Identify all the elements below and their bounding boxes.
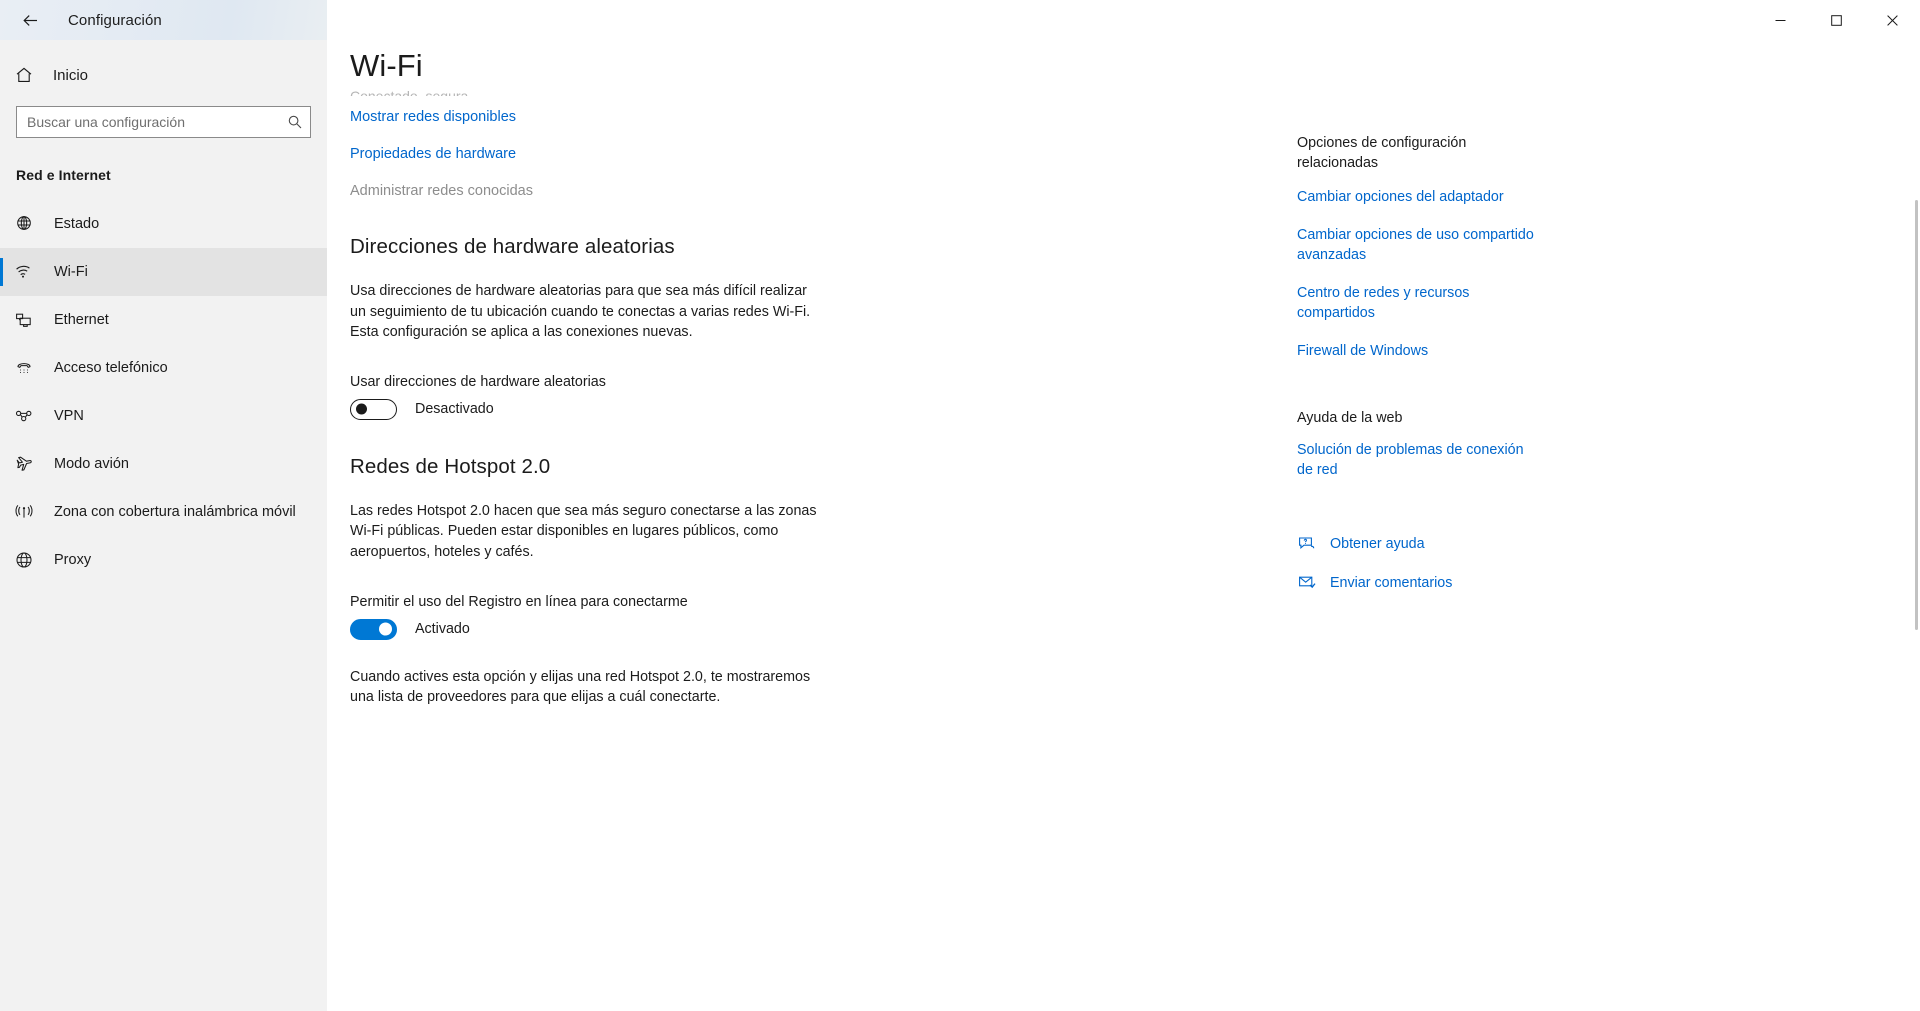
get-help-icon [1297, 534, 1323, 553]
send-feedback-icon [1297, 573, 1323, 592]
sidebar-item-acceso-telefonico[interactable]: Acceso telefónico [0, 344, 327, 392]
label-usar-direcciones-aleatorias: Usar direcciones de hardware aleatorias [350, 373, 606, 390]
airplane-icon [14, 454, 44, 474]
ethernet-icon [14, 310, 44, 330]
link-row-hardware-properties: Propiedades de hardware [350, 145, 950, 163]
link-mostrar-redes-disponibles[interactable]: Mostrar redes disponibles [350, 109, 516, 125]
toggle-row-hotspot-registration: Activado [350, 618, 950, 640]
description-direcciones-hardware: Usa direcciones de hardware aleatorias p… [350, 283, 811, 341]
sidebar-nav-list: Estado Wi-Fi Ethernet Acceso telefónico … [0, 200, 327, 584]
description-redes-hotspot: Las redes Hotspot 2.0 hacen que sea más … [350, 502, 817, 560]
label-permitir-registro-en-linea: Permitir el uso del Registro en línea pa… [350, 593, 688, 610]
sidebar-item-estado[interactable]: Estado [0, 200, 327, 248]
search-input[interactable] [17, 107, 280, 137]
mobile-hotspot-icon [14, 502, 44, 522]
sidebar-item-label: Zona con cobertura inalámbrica móvil [54, 504, 296, 520]
search-box[interactable] [16, 106, 311, 138]
back-button[interactable] [6, 2, 54, 38]
window-title: Configuración [68, 11, 162, 29]
sidebar-item-wifi[interactable]: Wi-Fi [0, 248, 327, 296]
sidebar-item-vpn[interactable]: VPN [0, 392, 327, 440]
rail-heading-related: Opciones de configuración relacionadas [1297, 135, 1467, 171]
globe-status-icon [14, 214, 44, 234]
note-hotspot-providers: Cuando actives esta opción y elijas una … [350, 668, 811, 706]
link-propiedades-de-hardware[interactable]: Propiedades de hardware [350, 146, 516, 162]
main-column: Mostrar redes disponibles Propiedades de… [350, 108, 950, 708]
sidebar-home-label: Inicio [53, 66, 89, 84]
maximize-button[interactable] [1808, 0, 1864, 40]
proxy-globe-icon [14, 550, 44, 570]
rail-link-firewall-windows[interactable]: Firewall de Windows [1297, 341, 1542, 361]
minimize-button[interactable] [1752, 0, 1808, 40]
rail-heading-web-help: Ayuda de la web [1297, 410, 1403, 426]
window-controls [1752, 0, 1920, 40]
sidebar: Inicio Red e Internet [0, 0, 327, 1011]
toggle-permitir-registro-en-linea[interactable] [350, 618, 397, 640]
dialup-phone-icon [14, 358, 44, 378]
page-title: Wi-Fi [350, 48, 423, 83]
close-button[interactable] [1864, 0, 1920, 40]
sidebar-item-label: VPN [54, 408, 84, 424]
toggle-state-hotspot-registration: Activado [415, 621, 470, 638]
link-administrar-redes-conocidas[interactable]: Administrar redes conocidas [350, 183, 533, 199]
wifi-icon [14, 262, 44, 282]
sidebar-item-label: Acceso telefónico [54, 360, 168, 376]
connection-status-clipped: Conectado, segura [350, 88, 469, 96]
support-label-obtener-ayuda: Obtener ayuda [1330, 535, 1425, 552]
sidebar-item-label: Proxy [54, 552, 92, 568]
rail-link-centro-redes-recursos[interactable]: Centro de redes y recursos compartidos [1297, 283, 1542, 323]
support-row-obtener-ayuda[interactable]: Obtener ayuda [1297, 534, 1557, 553]
scrollbar-thumb[interactable] [1915, 200, 1918, 630]
vpn-icon [14, 406, 44, 426]
link-row-show-networks: Mostrar redes disponibles [350, 108, 950, 126]
toggle-usar-direcciones-aleatorias[interactable] [350, 398, 397, 420]
related-settings-rail: Opciones de configuración relacionadas C… [1297, 133, 1557, 612]
support-row-enviar-comentarios[interactable]: Enviar comentarios [1297, 573, 1557, 592]
heading-direcciones-hardware: Direcciones de hardware aleatorias [350, 235, 675, 258]
settings-window: Inicio Red e Internet [0, 0, 1920, 1011]
sidebar-item-proxy[interactable]: Proxy [0, 536, 327, 584]
rail-link-cambiar-opciones-adaptador[interactable]: Cambiar opciones del adaptador [1297, 187, 1542, 207]
search-icon[interactable] [280, 114, 310, 130]
content-area: Wi-Fi Conectado, segura Mostrar redes di… [327, 0, 1920, 1011]
toggle-knob [379, 622, 392, 636]
rail-link-cambiar-opciones-uso-compartido[interactable]: Cambiar opciones de uso compartido avanz… [1297, 225, 1542, 265]
sidebar-item-modo-avion[interactable]: Modo avión [0, 440, 327, 488]
sidebar-section-title: Red e Internet [16, 167, 111, 183]
sidebar-item-ethernet[interactable]: Ethernet [0, 296, 327, 344]
sidebar-item-label: Estado [54, 216, 100, 232]
support-links: Obtener ayuda Enviar comentarios [1297, 534, 1557, 592]
toggle-knob [356, 403, 367, 415]
toggle-state-random-hardware: Desactivado [415, 401, 494, 418]
sidebar-item-label: Wi-Fi [54, 264, 88, 280]
sidebar-item-label: Ethernet [54, 312, 109, 328]
heading-redes-hotspot: Redes de Hotspot 2.0 [350, 454, 551, 478]
content-scrollbar[interactable] [1910, 40, 1920, 1011]
sidebar-item-label: Modo avión [54, 456, 129, 472]
link-row-manage-known-networks: Administrar redes conocidas [350, 182, 950, 200]
support-label-enviar-comentarios: Enviar comentarios [1330, 574, 1453, 591]
rail-link-solucion-problemas-conexion[interactable]: Solución de problemas de conexión de red [1297, 440, 1542, 480]
sidebar-item-home[interactable]: Inicio [0, 55, 327, 95]
sidebar-item-zona-cobertura-movil[interactable]: Zona con cobertura inalámbrica móvil [0, 488, 327, 536]
toggle-row-random-hardware: Desactivado [350, 398, 950, 420]
home-icon [14, 65, 44, 85]
